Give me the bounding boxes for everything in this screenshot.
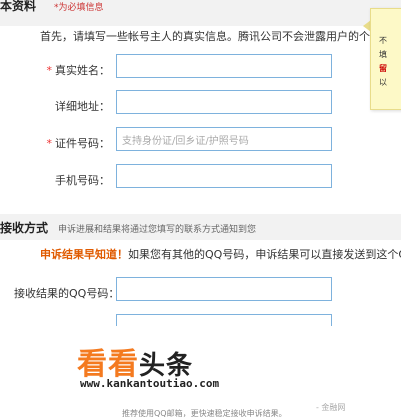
tooltip-line: 以 <box>379 78 387 87</box>
tooltip-line: 不 <box>379 36 387 45</box>
result-desc: 如果您有其他的QQ号码，申诉结果可以直接发送到这个QQ <box>128 248 401 261</box>
tooltip-line: 留 <box>379 64 387 73</box>
real-name-label-text: 真实姓名： <box>55 64 110 77</box>
mobile-label: 手机号码： <box>55 174 110 187</box>
required-note: *为必填信息 <box>54 3 104 13</box>
corner-watermark: - 金融网 <box>316 403 346 412</box>
required-star: * <box>46 64 53 77</box>
section-contact-note: 申诉进展和结果将通过您填写的联系方式通知到您 <box>58 225 257 235</box>
id-number-label-text: 证件号码： <box>55 137 110 150</box>
mobile-input[interactable] <box>116 164 332 188</box>
real-name-label: * 真实姓名： <box>47 62 111 78</box>
intro-text: 首先，请填写一些帐号主人的真实信息。腾讯公司不会泄露用户的个人信息 <box>40 30 401 43</box>
real-name-input[interactable] <box>116 54 332 78</box>
qq-input[interactable] <box>116 277 332 301</box>
id-number-input[interactable]: 支持身份证/回乡证/护照号码 <box>116 127 332 151</box>
required-star: * <box>46 137 53 150</box>
tooltip-line: 填 <box>379 50 387 59</box>
result-notice: 申诉结果早知道！如果您有其他的QQ号码，申诉结果可以直接发送到这个QQ <box>40 246 401 262</box>
footer-note: 推荐使用QQ邮箱，更快速稳定接收申诉结果。 <box>122 409 287 418</box>
id-number-label: * 证件号码： <box>47 135 111 151</box>
tooltip-note: 不 填 留 以 <box>370 8 401 110</box>
qq-label: 接收结果的QQ号码： <box>14 287 120 300</box>
result-highlight: 申诉结果早知道！ <box>40 248 128 261</box>
email-input[interactable] <box>116 314 332 326</box>
section-basic-title: 本资料 <box>0 0 37 13</box>
address-input[interactable] <box>116 90 332 114</box>
section-contact-title: 接收方式 <box>0 221 49 235</box>
address-label: 详细地址： <box>55 100 110 113</box>
watermark-url: www.kankantoutiao.com <box>80 377 220 390</box>
